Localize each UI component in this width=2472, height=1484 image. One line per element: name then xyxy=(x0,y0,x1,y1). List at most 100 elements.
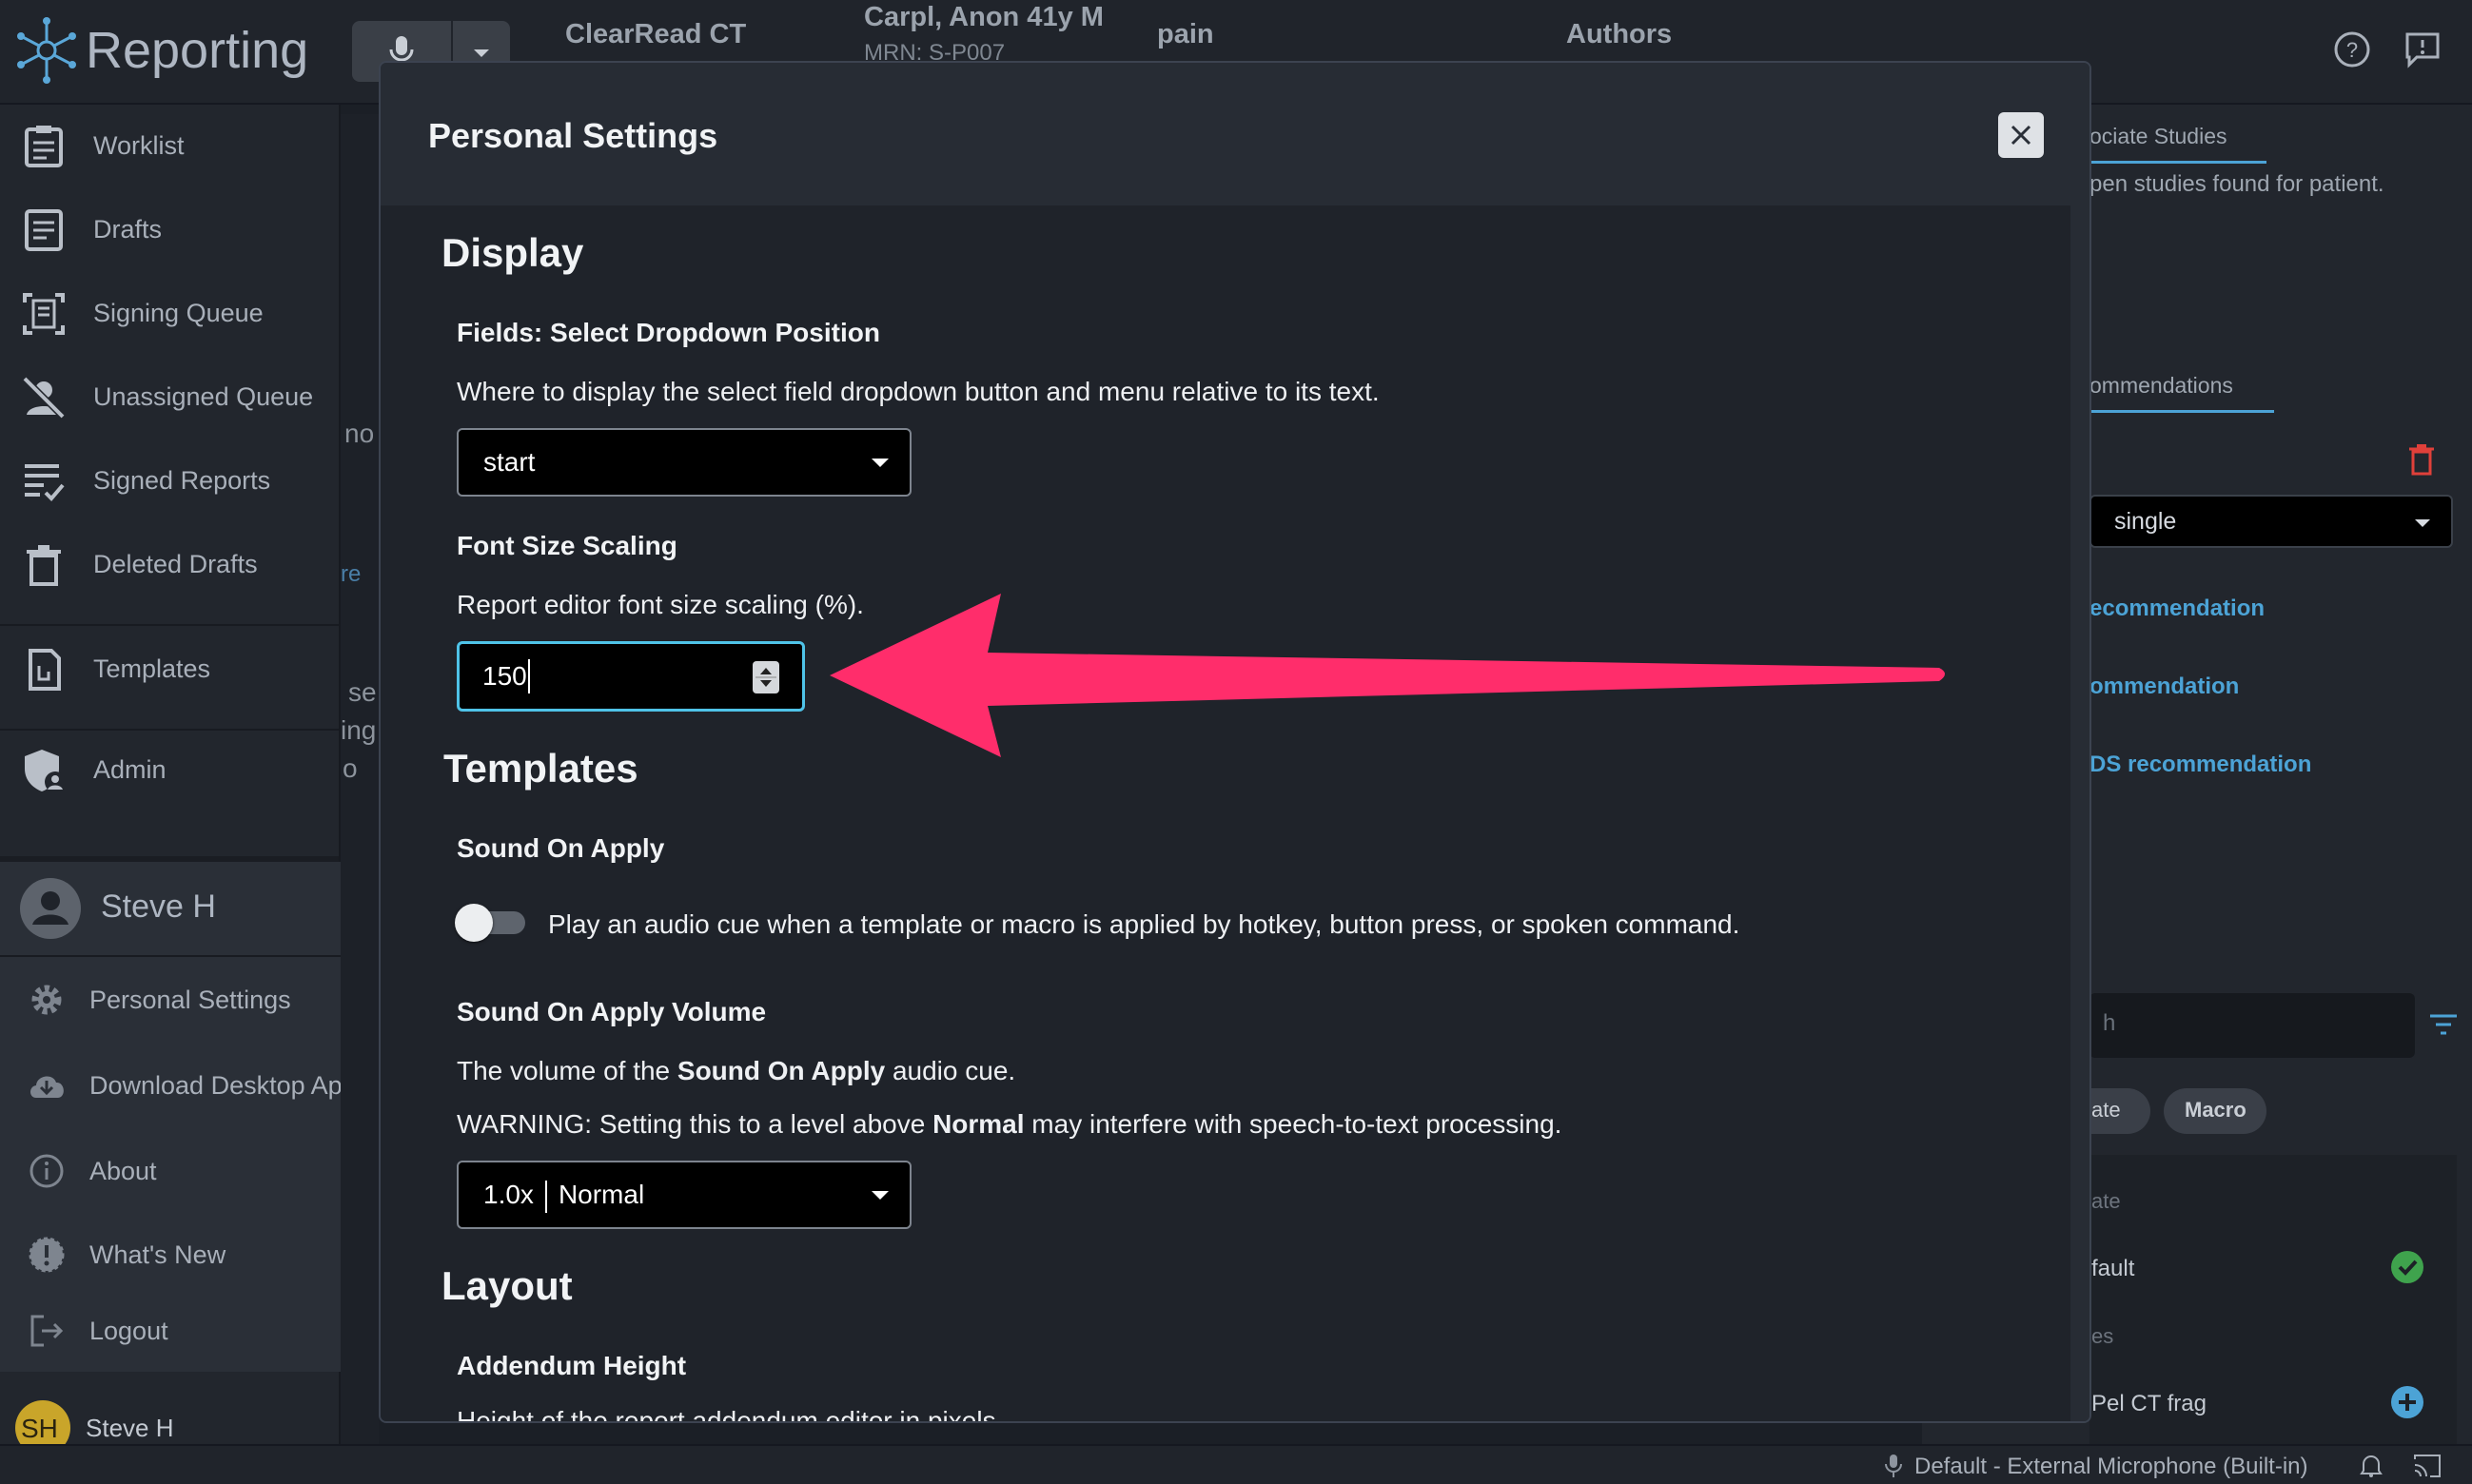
signing-queue-icon xyxy=(23,293,65,335)
background-text: o xyxy=(343,753,358,783)
sidebar-item-worklist[interactable]: Worklist xyxy=(0,105,339,188)
list-item[interactable]: fault xyxy=(2091,1256,2134,1282)
app-root: Reporting ClearRead CT Carpl, Anon 41y M… xyxy=(0,0,2472,1484)
sidebar-item-label: Drafts xyxy=(93,215,163,244)
recommendation-type-select[interactable]: single xyxy=(2089,495,2453,548)
add-icon[interactable] xyxy=(2390,1385,2424,1419)
chevron-down-icon xyxy=(872,1191,889,1200)
divider xyxy=(0,624,339,626)
no-studies-text: pen studies found for patient. xyxy=(2089,171,2384,197)
section-heading-display: Display xyxy=(441,230,584,275)
help-icon[interactable]: ? xyxy=(2333,30,2371,68)
chip-macro[interactable]: Macro xyxy=(2164,1088,2266,1134)
field-description: Play an audio cue when a template or mac… xyxy=(548,909,1740,939)
template-icon xyxy=(29,649,61,691)
recommendation-link[interactable]: ecommendation xyxy=(2089,596,2265,622)
patient-name: Carpl, Anon 41y M xyxy=(864,2,1104,32)
chevron-down-icon xyxy=(474,49,489,57)
study-description: pain xyxy=(1157,19,1214,49)
dialog-header: Personal Settings xyxy=(381,63,2089,205)
number-stepper[interactable] xyxy=(753,661,779,693)
trash-icon xyxy=(27,545,61,586)
search-input[interactable]: h xyxy=(2089,993,2415,1058)
menu-item-label: Logout xyxy=(89,1317,168,1345)
sidebar-item-unassigned-queue[interactable]: Unassigned Queue xyxy=(0,356,339,439)
sidebar-item-label: Signing Queue xyxy=(93,299,264,327)
sidebar-item-signing-queue[interactable]: Signing Queue xyxy=(0,272,339,356)
sidebar-item-drafts[interactable]: Drafts xyxy=(0,188,339,272)
sidebar-item-deleted-drafts[interactable]: Deleted Drafts xyxy=(0,523,339,607)
svg-text:?: ? xyxy=(2346,38,2358,62)
text-segment: audio cue. xyxy=(885,1056,1016,1085)
sidebar-item-label: Templates xyxy=(93,654,211,683)
microphone-icon xyxy=(1885,1455,1902,1477)
chevron-down-icon xyxy=(872,459,889,467)
dialog-body: Display Fields: Select Dropdown Position… xyxy=(381,205,2070,1423)
select-value: 1.0x Normal xyxy=(483,1180,644,1213)
sidebar-item-label: Admin xyxy=(93,755,167,784)
tab-associate-studies[interactable]: ociate Studies xyxy=(2089,110,2266,164)
user-menu-header[interactable]: Steve H xyxy=(0,862,379,955)
recommendation-link[interactable]: DS recommendation xyxy=(2089,752,2311,778)
field-description: Height of the report addendum editor in … xyxy=(457,1406,996,1423)
font-size-scaling-input[interactable]: 150 xyxy=(457,641,805,712)
field-label: Sound On Apply xyxy=(457,833,665,863)
sidebar-item-templates[interactable]: Templates xyxy=(0,628,339,712)
field-label: Font Size Scaling xyxy=(457,531,677,560)
avatar-initials: SH xyxy=(21,1414,58,1443)
chip-template[interactable]: ate xyxy=(2089,1088,2150,1134)
menu-item-logout[interactable]: Logout xyxy=(0,1288,379,1372)
field-label: Addendum Height xyxy=(457,1351,687,1380)
dialog-title: Personal Settings xyxy=(428,116,718,155)
list-item[interactable]: Pel CT frag xyxy=(2091,1391,2207,1417)
clipboard-list-icon xyxy=(25,126,63,167)
cast-icon[interactable] xyxy=(2413,1454,2442,1478)
background-text: re xyxy=(341,561,362,587)
field-label: Fields: Select Dropdown Position xyxy=(457,318,880,347)
status-bar: Default - External Microphone (Built-in) xyxy=(0,1444,2472,1484)
dropdown-position-select[interactable]: start xyxy=(457,428,912,497)
list-group-header: ate xyxy=(2091,1189,2121,1213)
gear-icon xyxy=(31,985,62,1015)
menu-item-label: Personal Settings xyxy=(89,986,291,1014)
delete-icon[interactable] xyxy=(2407,443,2436,476)
bell-icon[interactable] xyxy=(2360,1454,2383,1478)
menu-item-whats-new[interactable]: What's New xyxy=(0,1212,379,1296)
sidebar-item-signed-reports[interactable]: Signed Reports xyxy=(0,439,339,523)
section-heading-templates: Templates xyxy=(443,746,638,791)
menu-item-label: What's New xyxy=(89,1240,226,1269)
unassigned-user-icon xyxy=(22,376,66,420)
microphone-status[interactable]: Default - External Microphone (Built-in) xyxy=(1914,1454,2308,1480)
dialog-scrollbar[interactable] xyxy=(2070,205,2089,1421)
close-button[interactable] xyxy=(1998,112,2044,158)
admin-shield-icon xyxy=(25,750,66,792)
stepper-arrows-icon xyxy=(755,668,776,687)
select-value: single xyxy=(2114,508,2177,535)
checked-list-icon xyxy=(25,464,65,501)
field-description: Where to display the select field dropdo… xyxy=(457,377,1380,406)
chevron-down-icon xyxy=(2415,519,2430,527)
input-value: 150 xyxy=(482,661,527,691)
feedback-icon[interactable] xyxy=(2403,30,2442,68)
template-list: ate fault es Pel CT frag xyxy=(2089,1155,2457,1459)
alert-badge-icon xyxy=(29,1237,65,1273)
chip-label: Macro xyxy=(2185,1098,2246,1122)
user-name: Steve H xyxy=(101,888,216,925)
sound-on-apply-toggle[interactable] xyxy=(455,904,525,942)
filter-icon[interactable] xyxy=(2428,1010,2459,1039)
menu-item-personal-settings[interactable]: Personal Settings xyxy=(0,957,379,1041)
text-segment: The volume of the xyxy=(457,1056,677,1085)
sound-volume-select[interactable]: 1.0x Normal xyxy=(457,1161,912,1229)
field-description: The volume of the Sound On Apply audio c… xyxy=(457,1056,1015,1086)
search-placeholder: h xyxy=(2103,1010,2116,1036)
menu-item-label: Download Desktop App xyxy=(89,1071,357,1100)
sidebar-item-admin[interactable]: Admin xyxy=(0,729,339,812)
avatar-icon xyxy=(20,878,81,939)
recommendation-link[interactable]: ommendation xyxy=(2089,674,2239,700)
info-icon xyxy=(29,1154,64,1188)
menu-item-about[interactable]: About xyxy=(0,1128,379,1212)
menu-item-download-desktop-app[interactable]: Download Desktop App xyxy=(0,1043,379,1126)
check-circle-icon xyxy=(2391,1251,2423,1283)
tab-recommendations[interactable]: ommendations xyxy=(2089,360,2274,413)
background-text: ing xyxy=(341,715,377,745)
